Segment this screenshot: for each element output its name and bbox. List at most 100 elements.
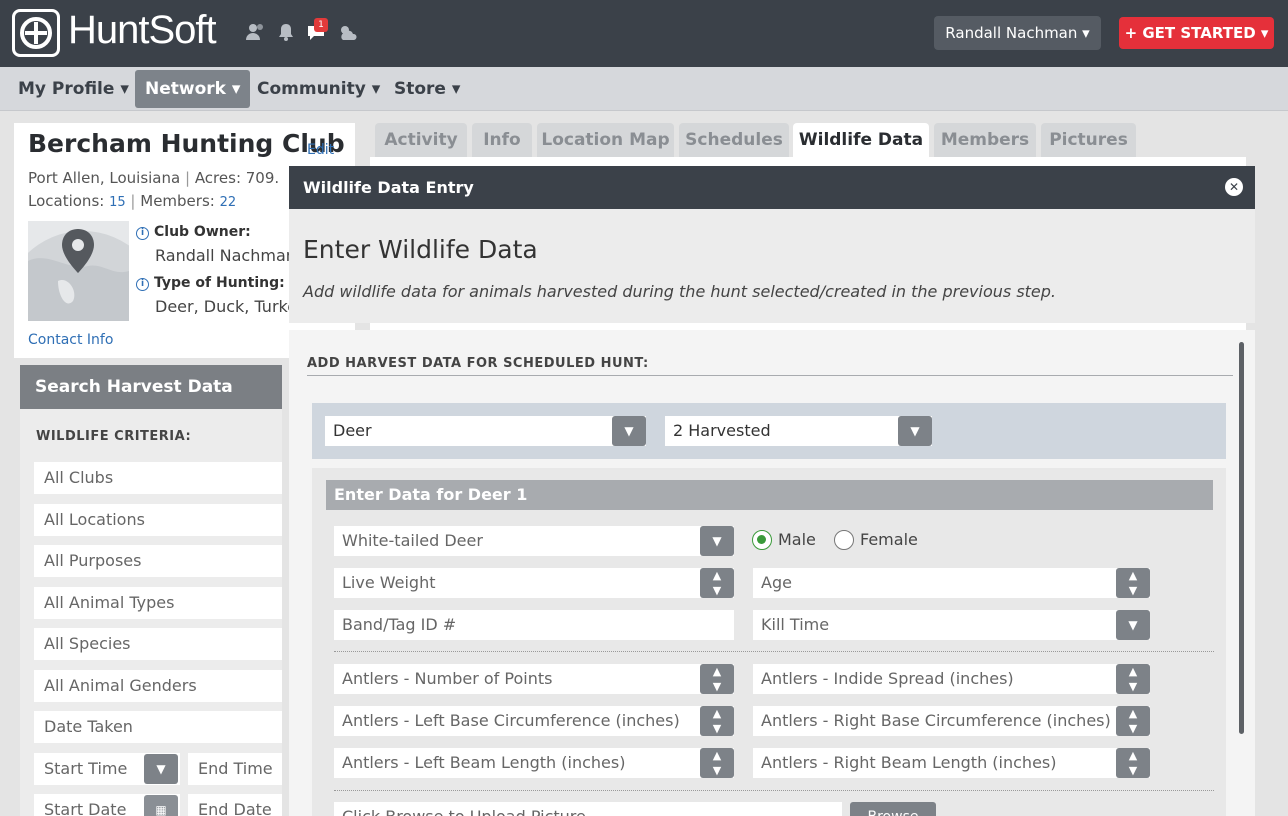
modal-body: ADD HARVEST DATA FOR SCHEDULED HUNT: Dee… [289, 330, 1255, 816]
locations-label: Locations: [28, 192, 105, 210]
bell-icon[interactable] [274, 22, 298, 44]
deer-entry-panel: Enter Data for Deer 1 White-tailed Deer … [312, 468, 1226, 816]
filter-clubs[interactable]: All Clubs [34, 462, 282, 494]
edit-club-link[interactable]: Edit [307, 142, 334, 158]
get-started-button[interactable]: + GET STARTED ▾ [1119, 17, 1274, 49]
contact-info-link[interactable]: Contact Info [28, 332, 113, 348]
club-acres: Acres: 709. [194, 169, 280, 187]
top-bar: HuntSoft 1 Randall Nachman ▾ + GET START… [0, 0, 1288, 67]
search-harvest-header[interactable]: Search Harvest Data [20, 365, 282, 409]
antler-points-input[interactable]: Antlers - Number of Points ▲ ▼ [334, 664, 734, 694]
modal-intro: Enter Wildlife Data Add wildlife data fo… [289, 209, 1255, 323]
live-weight-input[interactable]: Live Weight ▲ ▼ [334, 568, 734, 598]
stepper-icon[interactable]: ▲ ▼ [700, 568, 734, 598]
filter-species[interactable]: All Species [34, 628, 282, 660]
nav-network[interactable]: Network ▾ [135, 70, 251, 108]
filter-purposes[interactable]: All Purposes [34, 545, 282, 577]
tab-members[interactable]: Members [934, 123, 1036, 157]
species-select[interactable]: White-tailed Deer ▼ [334, 526, 734, 556]
hunting-type-value: Deer, Duck, Turkey [155, 297, 307, 316]
antler-right-base-input[interactable]: Antlers - Right Base Circumference (inch… [753, 706, 1150, 736]
modal-heading: Enter Wildlife Data [303, 235, 538, 264]
kill-time-select[interactable]: Kill Time ▼ [753, 610, 1150, 640]
filter-date-taken[interactable]: Date Taken [34, 711, 282, 743]
antler-left-base-input[interactable]: Antlers - Left Base Circumference (inche… [334, 706, 734, 736]
stepper-icon[interactable]: ▲ ▼ [700, 748, 734, 778]
harvest-select-bar: Deer ▼ 2 Harvested ▼ [312, 403, 1226, 459]
club-counts-line: Locations: 15 | Members: 22 [28, 192, 237, 210]
start-time-field[interactable]: Start Time ▼ [34, 753, 180, 785]
antler-right-beam-input[interactable]: Antlers - Right Beam Length (inches) ▲ ▼ [753, 748, 1150, 778]
main-nav: My Profile ▾ Network ▾ Community ▾ Store… [0, 67, 1288, 111]
notification-badge: 1 [314, 18, 328, 32]
entry-title: Enter Data for Deer 1 [326, 480, 1213, 510]
gender-male-radio[interactable]: Male [752, 529, 816, 551]
club-map-thumbnail[interactable] [28, 221, 129, 321]
weather-icon[interactable] [336, 22, 360, 44]
logo-text[interactable]: HuntSoft [68, 8, 217, 53]
crosshair-logo-icon[interactable] [12, 9, 60, 57]
band-tag-input[interactable]: Band/Tag ID # [334, 610, 734, 640]
modal-title: Wildlife Data Entry [303, 178, 474, 197]
antler-divider [334, 651, 1214, 652]
radio-selected-icon[interactable] [752, 530, 772, 550]
club-location-line: Port Allen, Louisiana | Acres: 709. [28, 169, 280, 187]
wildlife-criteria-label: WILDLIFE CRITERIA: [36, 429, 192, 444]
radio-unselected-icon[interactable] [834, 530, 854, 550]
info-icon: i [136, 278, 149, 291]
stepper-icon[interactable]: ▲ ▼ [700, 706, 734, 736]
tab-schedules[interactable]: Schedules [679, 123, 789, 157]
close-icon[interactable]: ✕ [1225, 178, 1243, 196]
filter-animal-genders[interactable]: All Animal Genders [34, 670, 282, 702]
club-name: Bercham Hunting Club [28, 129, 345, 158]
section-divider [307, 375, 1233, 376]
chevron-down-icon[interactable]: ▼ [1116, 610, 1150, 640]
browse-button[interactable]: Browse [850, 802, 936, 816]
animal-type-select[interactable]: Deer ▼ [325, 416, 646, 446]
filter-animal-types[interactable]: All Animal Types [34, 587, 282, 619]
harvest-section-label: ADD HARVEST DATA FOR SCHEDULED HUNT: [307, 356, 649, 371]
info-icon: i [136, 227, 149, 240]
age-input[interactable]: Age ▲ ▼ [753, 568, 1150, 598]
members-label: Members: [140, 192, 215, 210]
chevron-down-icon[interactable]: ▼ [700, 526, 734, 556]
owner-label: i Club Owner: [136, 224, 251, 240]
owner-value: Randall Nachman [155, 246, 296, 265]
upload-divider [334, 790, 1214, 791]
people-icon[interactable] [243, 22, 267, 44]
picture-upload-input[interactable]: Click Browse to Upload Picture [334, 802, 842, 816]
calendar-icon[interactable]: ▦ [144, 795, 178, 816]
start-date-field[interactable]: Start Date ▦ [34, 794, 180, 816]
tab-wildlife-data[interactable]: Wildlife Data [793, 123, 929, 159]
chevron-down-icon[interactable]: ▼ [612, 416, 646, 446]
gender-female-radio[interactable]: Female [834, 529, 918, 551]
stepper-icon[interactable]: ▲ ▼ [1116, 706, 1150, 736]
antler-spread-input[interactable]: Antlers - Indide Spread (inches) ▲ ▼ [753, 664, 1150, 694]
user-menu-button[interactable]: Randall Nachman ▾ [934, 16, 1101, 50]
club-location: Port Allen, Louisiana [28, 169, 181, 187]
chevron-down-icon[interactable]: ▼ [144, 754, 178, 784]
tab-location-map[interactable]: Location Map [537, 123, 674, 157]
tab-info[interactable]: Info [472, 123, 532, 157]
modal-description: Add wildlife data for animals harvested … [303, 282, 1057, 301]
tab-activity[interactable]: Activity [375, 123, 467, 157]
stepper-icon[interactable]: ▲ ▼ [700, 664, 734, 694]
nav-store[interactable]: Store ▾ [384, 70, 470, 108]
stepper-icon[interactable]: ▲ ▼ [1116, 664, 1150, 694]
locations-count-link[interactable]: 15 [109, 195, 126, 210]
antler-left-beam-input[interactable]: Antlers - Left Beam Length (inches) ▲ ▼ [334, 748, 734, 778]
stepper-icon[interactable]: ▲ ▼ [1116, 568, 1150, 598]
nav-my-profile[interactable]: My Profile ▾ [8, 70, 139, 108]
nav-community[interactable]: Community ▾ [247, 70, 390, 108]
modal-scrollbar[interactable] [1239, 342, 1244, 734]
chevron-down-icon[interactable]: ▼ [898, 416, 932, 446]
modal-header: Wildlife Data Entry ✕ [289, 166, 1255, 209]
tab-pictures[interactable]: Pictures [1041, 123, 1136, 157]
search-harvest-panel: WILDLIFE CRITERIA: All Clubs All Locatio… [20, 409, 282, 816]
members-count-link[interactable]: 22 [220, 195, 237, 210]
end-date-field[interactable]: End Date [188, 794, 282, 816]
filter-locations[interactable]: All Locations [34, 504, 282, 536]
harvest-count-select[interactable]: 2 Harvested ▼ [665, 416, 932, 446]
end-time-field[interactable]: End Time [188, 753, 282, 785]
stepper-icon[interactable]: ▲ ▼ [1116, 748, 1150, 778]
